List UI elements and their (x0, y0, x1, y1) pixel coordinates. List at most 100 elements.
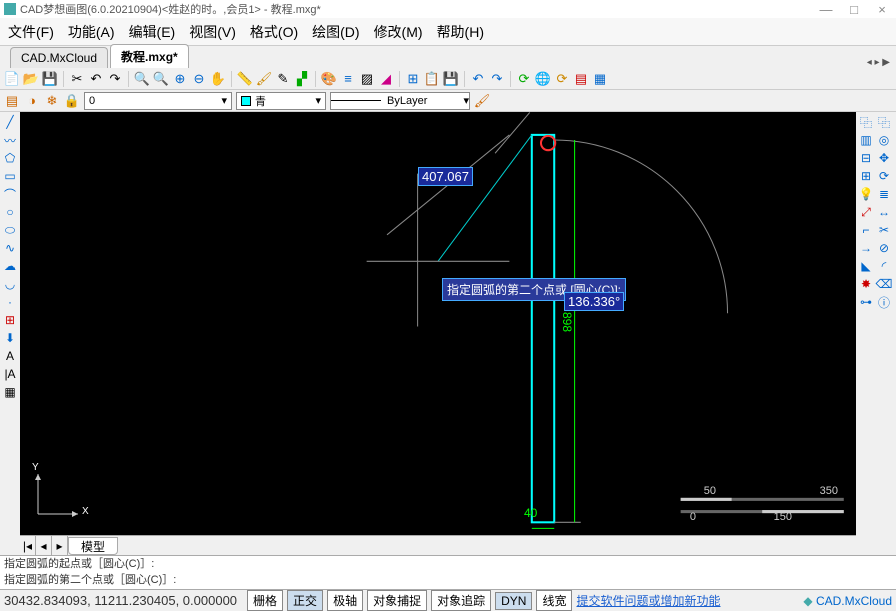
close-button[interactable]: × (868, 0, 896, 18)
circle-tool-icon[interactable]: ○ (2, 204, 18, 220)
maximize-button[interactable]: □ (840, 0, 868, 18)
pdf-icon[interactable]: ▤ (573, 71, 589, 87)
explode-icon[interactable]: ✸ (858, 276, 874, 292)
array-icon[interactable]: ⊞ (858, 168, 874, 184)
fillet-icon[interactable]: ◜ (876, 258, 892, 274)
menu-draw[interactable]: 绘图(D) (312, 22, 359, 42)
cut-icon[interactable]: ✂ (69, 71, 85, 87)
line-tool-icon[interactable]: ╱ (2, 114, 18, 130)
tab-tutorial[interactable]: 教程.mxg* (110, 44, 189, 68)
layout-next-icon[interactable]: ▸ (52, 536, 68, 555)
rotate-icon[interactable]: ⟳ (876, 168, 892, 184)
command-window[interactable]: 指定圆弧的起点或［圆心(C)］: 指定圆弧的第二个点或［圆心(C)］: (0, 555, 896, 589)
info-icon[interactable]: ⓘ (876, 294, 892, 310)
undo-icon[interactable]: ↶ (88, 71, 104, 87)
zoom-in-icon[interactable]: ⊕ (172, 71, 188, 87)
scale-icon[interactable]: ⤢ (858, 204, 874, 220)
tab-nav-arrows[interactable]: ◂ ▸ ▶ (867, 57, 890, 68)
copy-icon[interactable]: ⿻ (858, 114, 874, 130)
linetype-select[interactable]: ByLayer ▾ (330, 92, 470, 110)
measure-icon[interactable]: 📏 (237, 71, 253, 87)
color-wheel-icon[interactable]: 🎨 (321, 71, 337, 87)
feedback-link[interactable]: 提交软件问题或增加新功能 (576, 592, 720, 609)
fill-icon[interactable]: ◢ (378, 71, 394, 87)
save-icon[interactable]: 💾 (42, 71, 58, 87)
dimension-input[interactable]: 407.067 (418, 167, 473, 186)
polygon-tool-icon[interactable]: ⬠ (2, 150, 18, 166)
layout-first-icon[interactable]: |◂ (20, 536, 36, 555)
revcloud-tool-icon[interactable]: ☁ (2, 258, 18, 274)
extend-icon[interactable]: → (858, 240, 874, 256)
arc-tool-icon[interactable]: ⌒ (2, 186, 18, 202)
tab-cloud[interactable]: CAD.MxCloud (10, 47, 108, 68)
grid-icon[interactable]: ⊞ (405, 71, 421, 87)
drawing-canvas[interactable]: 407.067 指定圆弧的第二个点或 [圆心(C)]: 136.336° 898… (20, 112, 856, 535)
zoom-out-icon[interactable]: ⊖ (191, 71, 207, 87)
refresh-icon[interactable]: ⟳ (516, 71, 532, 87)
stretch-icon[interactable]: ↔ (876, 204, 892, 220)
clean-icon[interactable]: ⌫ (876, 276, 892, 292)
new-icon[interactable]: 📄 (4, 71, 20, 87)
minimize-button[interactable]: ― (812, 0, 840, 18)
mtext-tool-icon[interactable]: |A (2, 366, 18, 382)
move-icon[interactable]: ✥ (876, 150, 892, 166)
ortho-toggle[interactable]: 正交 (287, 590, 323, 611)
rect-tool-icon[interactable]: ▭ (2, 168, 18, 184)
export-icon[interactable]: ▦ (592, 71, 608, 87)
menu-func[interactable]: 功能(A) (68, 22, 115, 42)
open-icon[interactable]: 📂 (23, 71, 39, 87)
menu-modify[interactable]: 修改(M) (374, 22, 423, 42)
ellipse-tool-icon[interactable]: ⬭ (2, 222, 18, 238)
layer-freeze-icon[interactable]: ❄ (44, 93, 60, 109)
highlight-icon[interactable]: ▞ (294, 71, 310, 87)
block-tool-icon[interactable]: ⊞ (2, 312, 18, 328)
layer-props-icon[interactable]: ▤ (4, 93, 20, 109)
copy2-icon[interactable]: ⿻ (876, 114, 892, 130)
redo-icon[interactable]: ↷ (107, 71, 123, 87)
point-tool-icon[interactable]: · (2, 294, 18, 310)
layer-select[interactable]: 0 ▾ (84, 92, 232, 110)
menu-edit[interactable]: 编辑(E) (129, 22, 176, 42)
menu-format[interactable]: 格式(O) (250, 22, 298, 42)
zoom-realtime-icon[interactable]: 🔍 (134, 71, 150, 87)
join-icon[interactable]: ⊶ (858, 294, 874, 310)
list-icon[interactable]: ≣ (876, 186, 892, 202)
align-icon[interactable]: ⊟ (858, 150, 874, 166)
save2-icon[interactable]: 💾 (443, 71, 459, 87)
layout-prev-icon[interactable]: ◂ (36, 536, 52, 555)
undo2-icon[interactable]: ↶ (470, 71, 486, 87)
redo2-icon[interactable]: ↷ (489, 71, 505, 87)
ellipse-arc-tool-icon[interactable]: ◡ (2, 276, 18, 292)
menu-file[interactable]: 文件(F) (8, 22, 54, 42)
model-space-tab[interactable]: 模型 (68, 537, 118, 555)
polar-toggle[interactable]: 极轴 (327, 590, 363, 611)
spline-tool-icon[interactable]: ∿ (2, 240, 18, 256)
hatch-icon[interactable]: ▨ (359, 71, 375, 87)
mirror-icon[interactable]: ▥ (858, 132, 874, 148)
linetype-icon[interactable]: ≡ (340, 71, 356, 87)
dyn-toggle[interactable]: DYN (495, 592, 532, 610)
trim-icon[interactable]: ✂ (876, 222, 892, 238)
properties-icon[interactable]: 📋 (424, 71, 440, 87)
eraser-icon[interactable]: ✎ (275, 71, 291, 87)
otrack-toggle[interactable]: 对象追踪 (431, 590, 491, 611)
matchprop-icon[interactable]: 🖌 (256, 71, 272, 87)
osnap-toggle[interactable]: 对象捕捉 (367, 590, 427, 611)
break-icon[interactable]: ⊘ (876, 240, 892, 256)
layer-off-icon[interactable]: ◑ (24, 93, 40, 109)
zoom-window-icon[interactable]: 🔍 (153, 71, 169, 87)
menu-help[interactable]: 帮助(H) (437, 22, 484, 42)
color-select[interactable]: 青 ▾ (236, 92, 326, 110)
hatch-tool-icon[interactable]: ▦ (2, 384, 18, 400)
menu-view[interactable]: 视图(V) (189, 22, 236, 42)
chamfer-icon[interactable]: ◣ (858, 258, 874, 274)
sync-icon[interactable]: ⟳ (554, 71, 570, 87)
globe-icon[interactable]: 🌐 (535, 71, 551, 87)
light-icon[interactable]: 💡 (858, 186, 874, 202)
offset-icon[interactable]: ◎ (876, 132, 892, 148)
pan-icon[interactable]: ✋ (210, 71, 226, 87)
angle-input[interactable]: 136.336° (564, 292, 624, 311)
text-tool-icon[interactable]: A (2, 348, 18, 364)
corner-icon[interactable]: ⌐ (858, 222, 874, 238)
lineweight-icon[interactable]: 🖌 (474, 93, 490, 109)
